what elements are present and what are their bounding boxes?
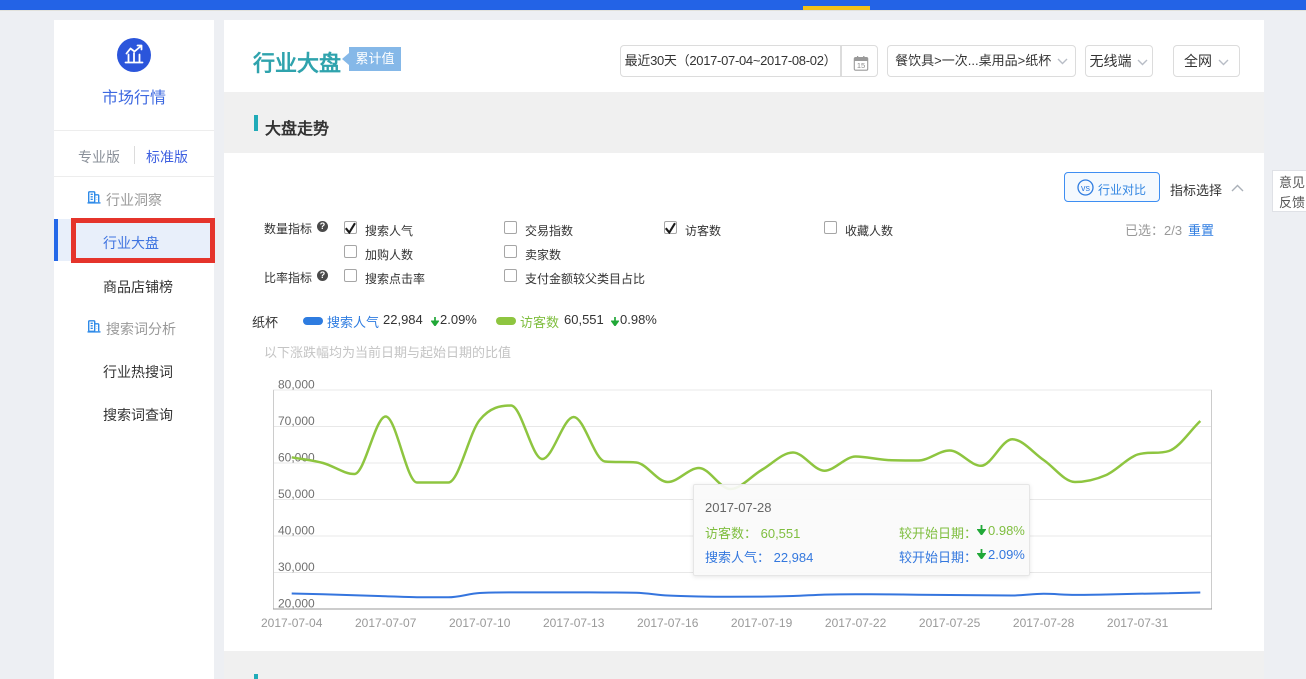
svg-text:80,000: 80,000 — [278, 378, 315, 392]
svg-text:2017-07-25: 2017-07-25 — [919, 616, 981, 630]
svg-text:2017-07-31: 2017-07-31 — [1107, 616, 1169, 630]
svg-text:20,000: 20,000 — [278, 597, 315, 611]
svg-text:2017-07-13: 2017-07-13 — [543, 616, 605, 630]
svg-text:2017-07-16: 2017-07-16 — [637, 616, 699, 630]
svg-text:2017-07-10: 2017-07-10 — [449, 616, 511, 630]
svg-text:2017-07-19: 2017-07-19 — [731, 616, 793, 630]
svg-text:2017-07-28: 2017-07-28 — [1013, 616, 1075, 630]
svg-text:40,000: 40,000 — [278, 524, 315, 538]
svg-text:30,000: 30,000 — [278, 560, 315, 574]
svg-text:vs: vs — [1081, 183, 1091, 193]
svg-text:70,000: 70,000 — [278, 414, 315, 428]
svg-text:15: 15 — [857, 61, 865, 70]
svg-text:2017-07-22: 2017-07-22 — [825, 616, 887, 630]
svg-text:2017-07-04: 2017-07-04 — [261, 616, 323, 630]
svg-text:2017-07-07: 2017-07-07 — [355, 616, 417, 630]
svg-text:50,000: 50,000 — [278, 487, 315, 501]
